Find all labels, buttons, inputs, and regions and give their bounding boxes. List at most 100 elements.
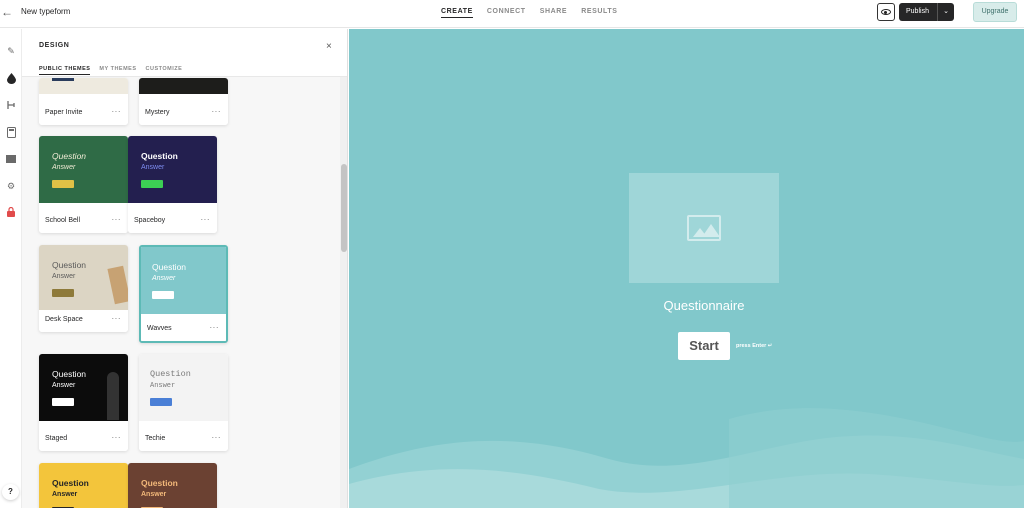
theme-name: Staged [45,435,68,442]
theme-name: Desk Space [45,316,83,323]
theme-card-techie[interactable]: Question Answer Techie ··· [139,354,228,451]
publish-button[interactable]: Publish ⌄ [899,3,954,21]
more-options-icon[interactable]: ··· [112,433,122,442]
press-enter-hint: press Enter ↵ [736,343,773,349]
preview-answer: Answer [52,164,76,171]
preview-answer: Answer [141,491,167,498]
panel-scrollbar-thumb[interactable] [341,164,347,252]
pencil-icon[interactable]: ✎ [5,45,17,57]
more-options-icon[interactable]: ··· [212,433,222,442]
gear-icon[interactable]: ⚙ [5,180,17,192]
more-options-icon[interactable]: ··· [112,107,122,116]
more-options-icon[interactable]: ··· [112,215,122,224]
theme-preview [39,78,128,94]
theme-name: School Bell [45,217,81,224]
theme-card-footer: Spaceboy ··· [128,211,217,233]
theme-card-paper-invite[interactable]: Paper Invite ··· [39,78,128,125]
theme-preview: Question Answer [139,354,228,421]
panel-title: DESIGN [39,42,70,49]
tool-rail: ✎ ⚙ [0,29,22,508]
document-title[interactable]: New typeform [21,7,70,16]
preview-answer: Answer [150,382,176,390]
tab-my-themes[interactable]: MY THEMES [99,66,136,75]
theme-card-footer: Desk Space ··· [39,310,128,332]
wave-decoration [349,408,1024,508]
theme-preview: Question Answer [128,136,217,203]
theme-name: Techie [145,435,166,442]
theme-preview: Question Answer [39,245,128,312]
theme-card-footer: Staged ··· [39,429,128,451]
preview-button[interactable] [877,3,895,21]
panel-scrollbar-track[interactable] [340,77,347,508]
more-options-icon[interactable]: ··· [201,215,211,224]
theme-card-footer: Mystery ··· [139,103,228,125]
preview-button [52,398,74,406]
image-placeholder[interactable] [629,173,779,283]
preview-button [52,289,74,297]
logic-branch-icon[interactable] [5,99,17,111]
theme-card-mystery[interactable]: Mystery ··· [139,78,228,125]
theme-name: Paper Invite [45,109,83,116]
theme-card-staged[interactable]: Question Answer Staged ··· [39,354,128,451]
form-preview-canvas: Questionnaire Start press Enter ↵ [349,29,1024,508]
theme-preview: Question Answer [39,463,128,508]
upgrade-button[interactable]: Upgrade [973,2,1017,22]
welcome-title[interactable]: Questionnaire [629,298,779,313]
top-bar: ← New typeform CREATE CONNECT SHARE RESU… [0,0,1024,28]
preview-button [141,180,163,188]
theme-preview [139,78,228,94]
chevron-down-icon[interactable]: ⌄ [937,3,954,21]
start-button[interactable]: Start [678,332,730,360]
preview-answer: Answer [152,275,176,282]
design-panel-header: DESIGN × PUBLIC THEMES MY THEMES CUSTOMI… [22,29,347,77]
theme-subtabs: PUBLIC THEMES MY THEMES CUSTOMIZE [39,66,182,75]
preview-question: Question [52,151,87,161]
theme-card-footer: Wavves ··· [141,319,226,341]
preview-question: Question [52,478,89,488]
preview-question: Question [150,369,191,379]
close-icon[interactable]: × [326,42,332,52]
theme-card-brown[interactable]: Question Answer [128,463,217,508]
droplet-icon[interactable] [5,72,17,84]
theme-card-school-bell[interactable]: Question Answer School Bell ··· [39,136,128,233]
theme-card-spaceboy[interactable]: Question Answer Spaceboy ··· [128,136,217,233]
theme-name: Spaceboy [134,217,166,224]
preview-question: Question [152,262,187,272]
theme-name: Wavves [147,325,172,332]
preview-answer: Answer [52,382,76,389]
more-options-icon[interactable]: ··· [212,107,222,116]
arrow-left-icon[interactable]: ← [0,4,14,20]
theme-card-wavves[interactable]: Question Answer Wavves ··· [139,245,228,343]
preview-answer: Answer [52,273,76,280]
preview-button [52,180,74,188]
tab-create[interactable]: CREATE [441,8,473,18]
calculator-icon[interactable] [5,126,17,138]
theme-card-footer: School Bell ··· [39,211,128,233]
help-button[interactable]: ? [2,484,19,500]
preview-question: Question [141,151,178,161]
theme-preview: Question Answer [141,247,226,314]
publish-label[interactable]: Publish [899,3,937,21]
lock-icon[interactable] [5,206,17,218]
theme-card-footer: Paper Invite ··· [39,103,128,125]
more-options-icon[interactable]: ··· [112,314,122,323]
image-icon [687,215,721,241]
theme-preview: Question Answer [128,463,217,508]
mail-icon[interactable] [5,153,17,165]
theme-preview: Question Answer [39,136,128,203]
more-options-icon[interactable]: ··· [210,323,220,332]
tab-customize[interactable]: CUSTOMIZE [146,66,183,75]
tab-results[interactable]: RESULTS [581,8,617,18]
preview-button [152,291,174,299]
preview-answer: Answer [141,164,165,171]
eye-icon [881,9,891,15]
theme-name: Mystery [145,109,170,116]
theme-card-yellow[interactable]: Question Answer [39,463,128,508]
theme-card-desk-space[interactable]: Question Answer Desk Space ··· [39,245,128,332]
tab-connect[interactable]: CONNECT [487,8,526,18]
main-tabs: CREATE CONNECT SHARE RESULTS [441,8,618,18]
tab-share[interactable]: SHARE [540,8,568,18]
theme-preview: Question Answer [39,354,128,421]
theme-card-footer: Techie ··· [139,429,228,451]
tab-public-themes[interactable]: PUBLIC THEMES [39,66,91,75]
